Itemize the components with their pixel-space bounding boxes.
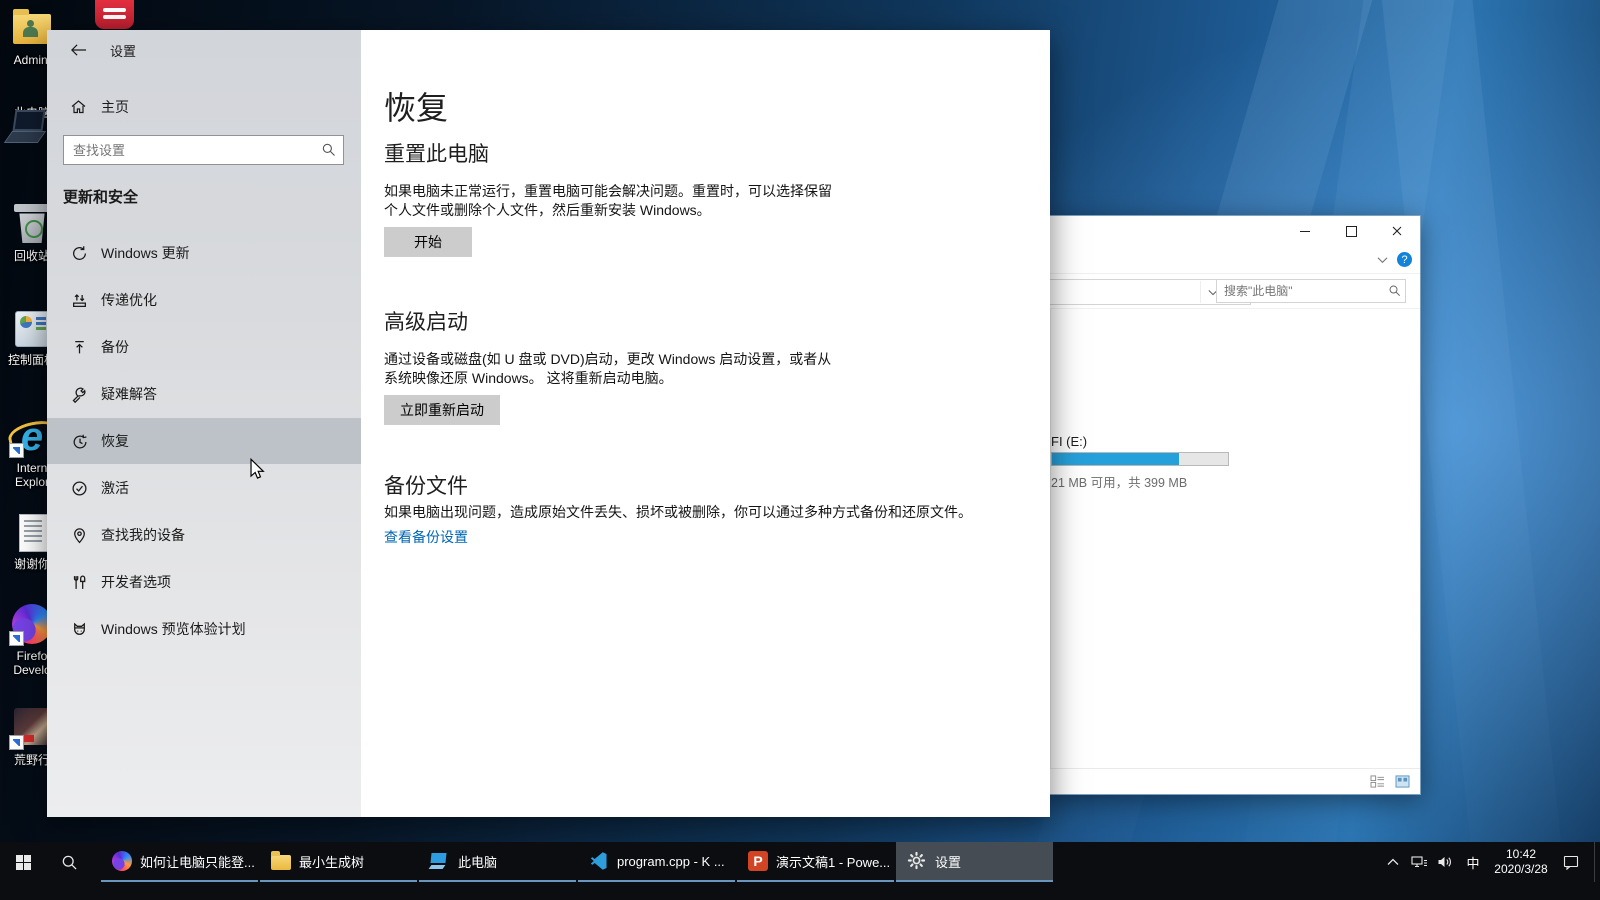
sidebar-item-activation[interactable]: 激活 [47, 465, 361, 511]
backup-description: 如果电脑出现问题，造成原始文件丢失、损坏或被删除，你可以通过多种方式备份和还原文… [384, 504, 972, 520]
sidebar-item-find-my-device[interactable]: 查找我的设备 [47, 512, 361, 558]
firefox-icon [112, 851, 132, 871]
taskbar-app-this-pc[interactable]: 此电脑 [419, 842, 576, 882]
ime-indicator[interactable]: 中 [1458, 853, 1488, 872]
folder-icon [271, 851, 291, 870]
ninja-cat-icon [70, 621, 88, 638]
explorer-search-box [1216, 279, 1406, 303]
minimize-button[interactable] [1282, 216, 1328, 246]
mouse-cursor [249, 457, 266, 485]
taskbar: 如何让电脑只能登... 最小生成树 此电脑 program.cpp - K ..… [0, 842, 1600, 900]
taskbar-app-firefox[interactable]: 如何让电脑只能登... [101, 842, 258, 882]
backup-files-heading: 备份文件 [384, 475, 468, 498]
reset-description-line2: 个人文件或删除个人文件，然后重新安装 Windows。 [384, 202, 711, 218]
windows-logo-icon [15, 854, 31, 870]
computer-icon [428, 851, 450, 871]
taskbar-app-powerpoint[interactable]: P 演示文稿1 - Powe... [737, 842, 894, 882]
system-tray: 中 10:42 2020/3/28 [1380, 842, 1600, 882]
maximize-button[interactable] [1328, 216, 1374, 246]
drive-name[interactable]: FI (E:) [1051, 434, 1087, 449]
explorer-content: FI (E:) 21 MB 可用，共 399 MB [1044, 308, 1420, 769]
shortcut-arrow-icon [9, 735, 24, 750]
explorer-status-bar [1044, 768, 1420, 794]
close-button[interactable] [1374, 216, 1420, 246]
taskbar-search-button[interactable] [46, 842, 92, 882]
tray-time: 10:42 [1505, 847, 1537, 861]
powerpoint-icon: P [748, 851, 768, 871]
view-backup-settings-link[interactable]: 查看备份设置 [384, 527, 468, 547]
check-circle-icon [70, 480, 88, 497]
search-icon [322, 143, 335, 156]
help-icon[interactable]: ? [1397, 252, 1412, 267]
search-icon [62, 855, 77, 870]
get-started-button[interactable]: 开始 [384, 227, 472, 257]
settings-window-title: 设置 [110, 44, 137, 59]
advanced-description-line2: 系统映像还原 Windows。 这将重新启动电脑。 [384, 370, 673, 386]
pane-separator [1050, 309, 1051, 769]
advanced-startup-heading: 高级启动 [384, 311, 468, 334]
action-center-icon[interactable] [1554, 842, 1588, 882]
desktop: Admini 此电脑 回收站 控制面板 e Intern Explor 谢谢你 … [0, 0, 1600, 900]
map-pin-icon [70, 527, 88, 544]
reset-heading: 重置此电脑 [384, 143, 489, 166]
drive-usage-bar [1051, 452, 1229, 466]
sidebar-item-windows-update[interactable]: Windows 更新 [47, 230, 361, 276]
advanced-description-line1: 通过设备或磁盘(如 U 盘或 DVD)启动，更改 Windows 启动设置，或者… [384, 351, 832, 367]
tray-date: 2020/3/28 [1494, 862, 1548, 876]
large-icons-view-icon[interactable] [1395, 775, 1410, 788]
sidebar-item-troubleshoot[interactable]: 疑难解答 [47, 371, 361, 417]
page-title: 恢复 [384, 90, 449, 126]
sidebar-home[interactable]: 主页 [47, 90, 361, 124]
home-icon [70, 99, 87, 115]
settings-sidebar: 设置 主页 更新和安全 Windows 更新 [47, 30, 361, 817]
back-button[interactable] [63, 39, 93, 61]
red-app-icon[interactable] [95, 0, 134, 29]
taskbar-app-folder[interactable]: 最小生成树 [260, 842, 417, 882]
reset-description-line1: 如果电脑未正常运行，重置电脑可能会解决问题。重置时，可以选择保留 [384, 183, 832, 199]
computer-icon [3, 110, 47, 144]
tray-clock[interactable]: 10:42 2020/3/28 [1488, 847, 1554, 877]
settings-search-input[interactable] [63, 135, 344, 165]
restart-now-button[interactable]: 立即重新启动 [384, 395, 500, 425]
sync-icon [70, 245, 88, 262]
backup-icon [70, 339, 88, 356]
settings-content: 恢复 重置此电脑 如果电脑未正常运行，重置电脑可能会解决问题。重置时，可以选择保… [361, 30, 1050, 817]
delivery-optimization-icon [70, 292, 88, 309]
explorer-address-row [1004, 274, 1420, 308]
drive-usage-text: 21 MB 可用，共 399 MB [1051, 476, 1188, 490]
sidebar-item-delivery-optimization[interactable]: 传递优化 [47, 277, 361, 323]
sidebar-item-backup[interactable]: 备份 [47, 324, 361, 370]
network-icon[interactable] [1406, 842, 1432, 882]
explorer-search-input[interactable] [1216, 279, 1406, 303]
tray-chevron-icon[interactable] [1380, 842, 1406, 882]
wrench-icon [70, 386, 88, 403]
settings-window: 设置 主页 更新和安全 Windows 更新 [47, 30, 1050, 817]
shortcut-arrow-icon [9, 631, 24, 646]
sidebar-item-windows-insider[interactable]: Windows 预览体验计划 [47, 606, 361, 652]
details-view-icon[interactable] [1370, 775, 1385, 788]
taskbar-app-vscode[interactable]: program.cpp - K ... [578, 842, 735, 882]
history-icon [70, 433, 88, 450]
settings-search-box [63, 135, 344, 165]
sidebar-item-developer-options[interactable]: 开发者选项 [47, 559, 361, 605]
show-desktop-button[interactable] [1594, 842, 1600, 882]
home-label: 主页 [101, 99, 129, 115]
drive-usage-fill [1052, 453, 1179, 465]
shortcut-arrow-icon [9, 443, 24, 458]
explorer-ribbon-row: ? [1044, 246, 1420, 274]
sidebar-item-recovery[interactable]: 恢复 [47, 418, 361, 464]
ribbon-collapse-icon[interactable] [1377, 251, 1388, 269]
gear-icon [907, 851, 927, 871]
volume-icon[interactable] [1432, 842, 1458, 882]
file-explorer-window: ? FI (E:) 21 [1004, 215, 1421, 795]
category-header: 更新和安全 [63, 189, 139, 206]
search-icon [1389, 285, 1401, 297]
taskbar-app-settings[interactable]: 设置 [896, 842, 1053, 882]
vscode-icon [589, 851, 609, 871]
explorer-title-bar [1044, 216, 1420, 246]
developer-tools-icon [70, 574, 88, 591]
start-button[interactable] [0, 842, 46, 882]
